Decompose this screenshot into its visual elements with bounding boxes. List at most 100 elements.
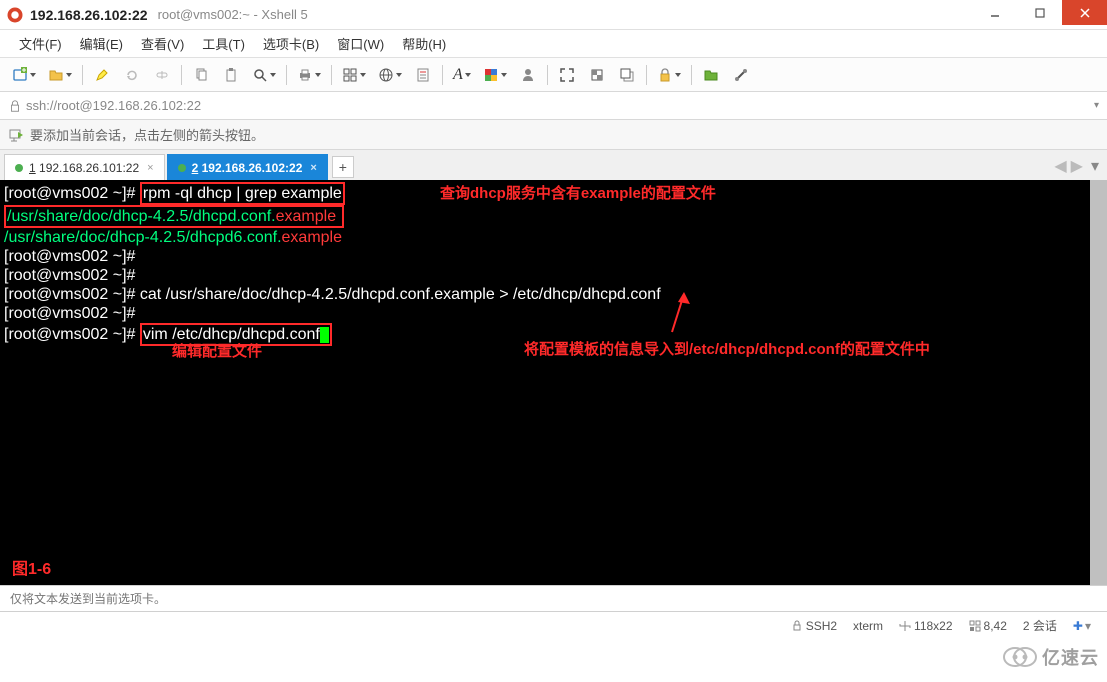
chevron-down-icon[interactable]: ▾ <box>1085 619 1091 633</box>
tab-close-button[interactable]: × <box>147 162 153 174</box>
command-1: rpm -ql dhcp | grep example <box>143 185 342 202</box>
tab-prev-icon[interactable]: ◀ <box>1054 156 1066 176</box>
toolbar-separator <box>82 65 83 85</box>
plus-icon: ✚ <box>1073 619 1083 633</box>
terminal-scrollbar[interactable] <box>1090 180 1107 585</box>
compose-input[interactable] <box>0 592 1107 606</box>
menu-window[interactable]: 窗口(W) <box>328 31 393 56</box>
prompt: [root@vms002 ~]# <box>4 267 135 284</box>
output-1a-match: example <box>276 208 336 225</box>
user-button[interactable] <box>515 62 541 88</box>
xftp-button[interactable] <box>698 62 724 88</box>
lock-icon <box>8 99 22 113</box>
copy-button[interactable] <box>188 62 214 88</box>
size-icon <box>899 620 911 632</box>
toolbar-separator <box>547 65 548 85</box>
tab-label: 192.168.26.101:22 <box>39 161 139 175</box>
disconnect-button[interactable] <box>149 62 175 88</box>
address-bar[interactable]: ssh://root@192.168.26.102:22 ▾ <box>0 92 1107 120</box>
colors-button[interactable] <box>479 62 511 88</box>
tab-list-dropdown-icon[interactable]: ▾ <box>1091 156 1099 176</box>
tab-navigation: ◀ ▶ ▾ <box>1054 156 1099 176</box>
brand-watermark: 亿速云 <box>1002 644 1099 670</box>
toolbar-separator <box>331 65 332 85</box>
print-button[interactable] <box>293 62 325 88</box>
output-1a-path: /usr/share/doc/dhcp-4.2.5/dhcpd.conf. <box>7 208 276 225</box>
close-button[interactable] <box>1062 0 1107 25</box>
tab-number: 2 <box>192 161 199 175</box>
menu-file[interactable]: 文件(F) <box>10 31 71 56</box>
layout-button[interactable] <box>338 62 370 88</box>
font-button[interactable]: A <box>449 62 475 88</box>
status-tray: ✚ ▾ <box>1073 619 1091 633</box>
tab-close-button[interactable]: × <box>310 162 316 174</box>
status-sessions: 2 会话 <box>1023 617 1057 634</box>
statusbar: SSH2 xterm 118x22 8,42 2 会话 ✚ ▾ <box>0 612 1107 639</box>
address-text: ssh://root@192.168.26.102:22 <box>26 98 1094 113</box>
menu-tab[interactable]: 选项卡(B) <box>254 31 328 56</box>
status-size: 118x22 <box>899 619 952 633</box>
minimize-button[interactable] <box>972 0 1017 25</box>
cursor-pos-icon <box>969 620 981 632</box>
always-on-top-button[interactable] <box>614 62 640 88</box>
tab-next-icon[interactable]: ▶ <box>1071 156 1083 176</box>
toolbar-separator <box>646 65 647 85</box>
titlebar: 192.168.26.102:22 root@vms002:~ - Xshell… <box>0 0 1107 30</box>
toolbar: A <box>0 58 1107 92</box>
tabbar: 1 192.168.26.101:22 × 2 192.168.26.102:2… <box>0 150 1107 180</box>
menu-view[interactable]: 查看(V) <box>132 31 193 56</box>
transparency-button[interactable] <box>584 62 610 88</box>
paste-button[interactable] <box>218 62 244 88</box>
cursor-icon <box>320 327 329 343</box>
infobar: 要添加当前会话，点击左侧的箭头按钮。 <box>0 120 1107 150</box>
search-button[interactable] <box>248 62 280 88</box>
add-tab-button[interactable]: + <box>332 156 354 178</box>
terminal[interactable]: [root@vms002 ~]# rpm -ql dhcp | grep exa… <box>0 180 1107 585</box>
menubar: 文件(F) 编辑(E) 查看(V) 工具(T) 选项卡(B) 窗口(W) 帮助(… <box>0 30 1107 58</box>
add-session-arrow-icon[interactable] <box>8 127 24 143</box>
status-cursor-pos: 8,42 <box>969 619 1007 633</box>
fullscreen-button[interactable] <box>554 62 580 88</box>
output-1b-match: example <box>282 229 342 246</box>
annotation-3: 编辑配置文件 <box>172 342 262 361</box>
menu-help[interactable]: 帮助(H) <box>393 31 455 56</box>
info-text: 要添加当前会话，点击左侧的箭头按钮。 <box>30 125 264 144</box>
lock-button[interactable] <box>653 62 685 88</box>
status-term-type: xterm <box>853 619 883 633</box>
toolbar-separator <box>691 65 692 85</box>
status-ssh: SSH2 <box>791 619 837 633</box>
window-title-sub: root@vms002:~ - Xshell 5 <box>158 7 308 22</box>
address-dropdown-icon[interactable]: ▾ <box>1094 100 1099 111</box>
menu-edit[interactable]: 编辑(E) <box>71 31 132 56</box>
brand-text: 亿速云 <box>1042 644 1099 670</box>
session-tab-2[interactable]: 2 192.168.26.102:22 × <box>167 154 328 180</box>
maximize-button[interactable] <box>1017 0 1062 25</box>
reconnect-button[interactable] <box>119 62 145 88</box>
compose-bar <box>0 585 1107 612</box>
figure-label: 图1-6 <box>12 560 51 579</box>
menu-tools[interactable]: 工具(T) <box>193 31 254 56</box>
prompt: [root@vms002 ~]# <box>4 185 135 202</box>
command-3: vim /etc/dhcp/dhcpd.conf <box>143 326 320 343</box>
prompt: [root@vms002 ~]# <box>4 305 135 322</box>
output-1b-path: /usr/share/doc/dhcp-4.2.5/dhcpd6.conf. <box>4 229 282 246</box>
open-session-button[interactable] <box>44 62 76 88</box>
status-dot-icon <box>15 164 23 172</box>
toolbar-separator <box>442 65 443 85</box>
session-tab-1[interactable]: 1 192.168.26.101:22 × <box>4 154 165 180</box>
properties-button[interactable] <box>410 62 436 88</box>
tab-number: 1 <box>29 161 36 175</box>
annotation-2: 将配置模板的信息导入到/etc/dhcp/dhcpd.conf的配置文件中 <box>524 340 930 359</box>
window-title-main: 192.168.26.102:22 <box>30 7 148 23</box>
command-2: cat /usr/share/doc/dhcp-4.2.5/dhcpd.conf… <box>140 286 661 303</box>
prompt: [root@vms002 ~]# <box>4 248 135 265</box>
tab-label: 192.168.26.102:22 <box>202 161 303 175</box>
prompt: [root@vms002 ~]# <box>4 286 135 303</box>
encoding-button[interactable] <box>374 62 406 88</box>
highlight-button[interactable] <box>89 62 115 88</box>
new-session-button[interactable] <box>8 62 40 88</box>
prompt: [root@vms002 ~]# <box>4 326 135 343</box>
link-button[interactable] <box>728 62 754 88</box>
window-controls <box>972 0 1107 25</box>
lock-icon <box>791 620 803 632</box>
